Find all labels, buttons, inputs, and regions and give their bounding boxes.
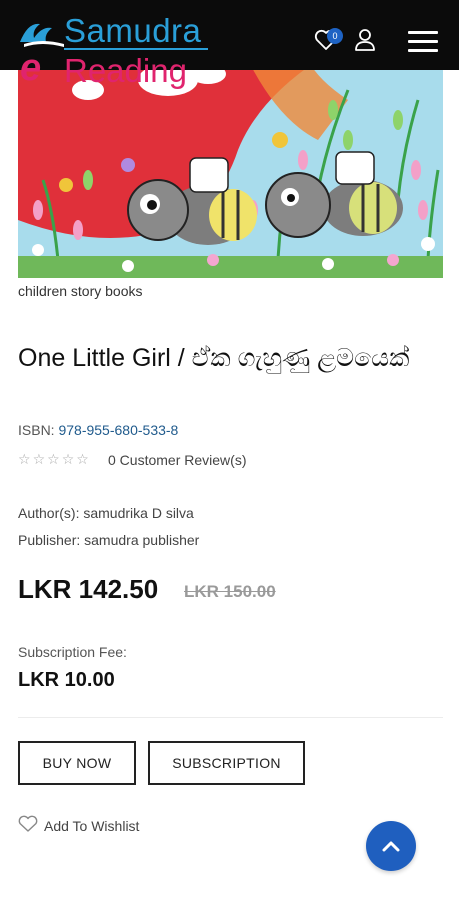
buy-now-button[interactable]: BUY NOW <box>18 741 136 785</box>
logo-text-reading: Reading <box>64 52 187 89</box>
logo-underline <box>64 48 208 50</box>
subscription-fee-value: LKR 10.00 <box>18 669 115 691</box>
current-price: LKR 142.50 <box>18 574 159 604</box>
publisher-info: Publisher: samudra publisher <box>18 532 200 548</box>
wave-book-logo-icon <box>20 23 64 47</box>
hamburger-menu-icon[interactable] <box>408 31 438 52</box>
book-cover-image <box>18 60 443 278</box>
divider <box>18 717 443 718</box>
isbn-link[interactable]: 978-955-680-533-8 <box>58 422 178 438</box>
subscription-button[interactable]: SUBSCRIPTION <box>148 741 305 785</box>
star-icon: ☆ <box>18 451 33 467</box>
star-icon: ☆ <box>32 451 48 467</box>
product-category[interactable]: children story books <box>18 283 143 299</box>
wishlist-count-badge: 0 <box>327 28 343 44</box>
star-icon: ☆ <box>61 451 77 467</box>
product-title: One Little Girl / ඒක ගැහුණු ළමයෙක් <box>18 344 410 372</box>
add-to-wishlist-label: Add To Wishlist <box>44 818 140 834</box>
logo-text-e: e <box>20 47 42 89</box>
star-icon: ☆ <box>47 451 62 467</box>
author-info: Author(s): samudrika D silva <box>18 505 194 521</box>
logo-text-samudra: Samudra <box>64 12 202 49</box>
subscription-fee-label: Subscription Fee: <box>18 644 127 660</box>
user-icon[interactable] <box>354 28 376 52</box>
scroll-to-top-button[interactable] <box>366 821 416 871</box>
rating-stars: ☆☆☆☆☆ <box>18 451 91 468</box>
star-icon: ☆ <box>76 451 91 467</box>
isbn-row: ISBN: 978-955-680-533-8 <box>18 422 178 438</box>
customer-reviews-link[interactable]: 0 Customer Review(s) <box>108 452 246 468</box>
header-bar: Samudra e Reading 0 <box>0 0 459 89</box>
site-logo[interactable]: Samudra e Reading <box>18 12 218 92</box>
original-price: LKR 150.00 <box>184 582 276 601</box>
chevron-up-icon <box>382 841 400 852</box>
isbn-label: ISBN: <box>18 422 55 438</box>
heart-icon <box>18 815 38 832</box>
